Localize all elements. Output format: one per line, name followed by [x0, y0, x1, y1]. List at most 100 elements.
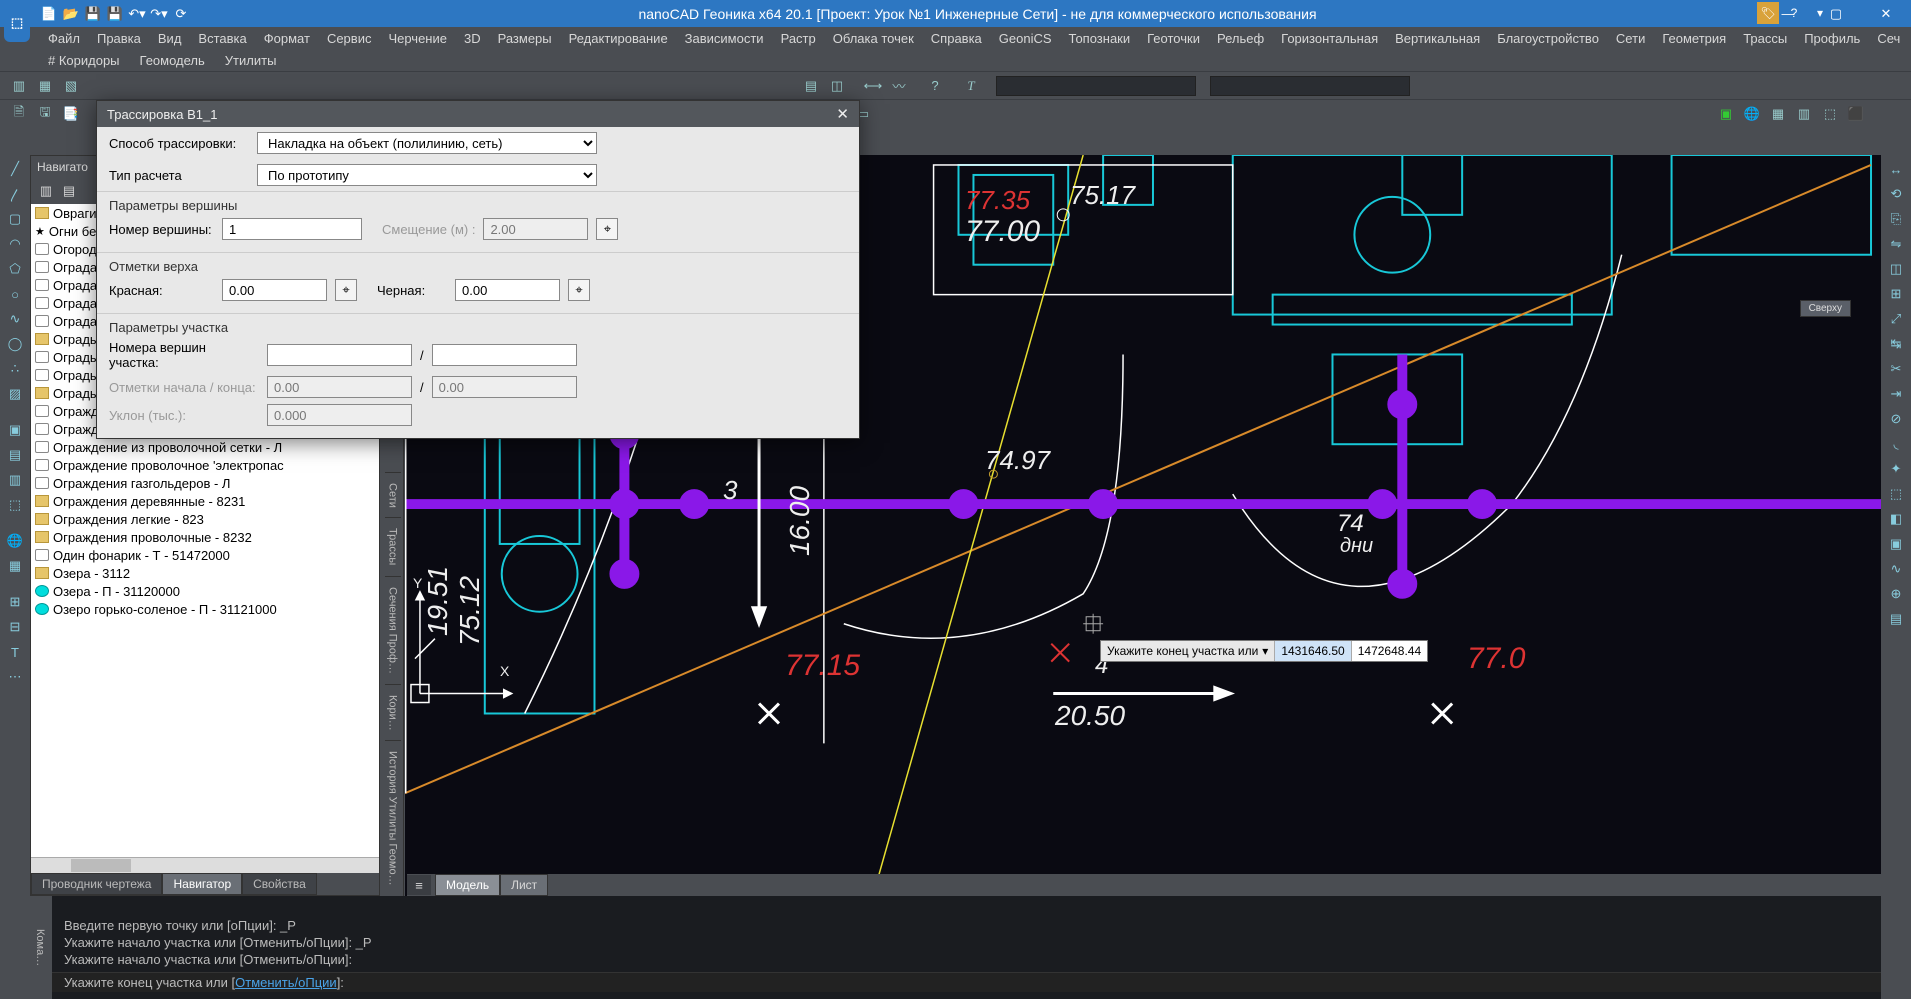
nav-tool-icon[interactable]: ▥ [36, 181, 56, 201]
hatch-tool-icon[interactable]: ▨ [4, 383, 26, 405]
tree-item[interactable]: Озера - П - 31120000 [31, 582, 379, 600]
app-logo[interactable]: ⬚ [4, 4, 30, 42]
fillet-tool-icon[interactable]: ◟ [1885, 433, 1907, 455]
layer-ltype-field[interactable] [1210, 76, 1410, 96]
tree-item[interactable]: Один фонарик - Т - 51472000 [31, 546, 379, 564]
menu-item[interactable]: Правка [91, 29, 147, 48]
menu-item[interactable]: Горизонтальная [1275, 29, 1384, 48]
menu-item[interactable]: Зависимости [679, 29, 770, 48]
menu-item[interactable]: Благоустройство [1491, 29, 1605, 48]
open-icon[interactable]: 📂 [62, 5, 80, 23]
menu-item[interactable]: Сервис [321, 29, 378, 48]
tool-icon[interactable]: ⬚ [1885, 483, 1907, 505]
circle-tool-icon[interactable]: ○ [4, 283, 26, 305]
polyline-tool-icon[interactable]: 〳 [4, 183, 26, 205]
break-tool-icon[interactable]: ⊘ [1885, 408, 1907, 430]
tool-icon[interactable]: ◧ [1885, 508, 1907, 530]
refresh-icon[interactable]: ⟳ [172, 5, 190, 23]
tool-icon[interactable]: ⬚ [1819, 103, 1841, 125]
pick-point-icon[interactable]: ⌖ [335, 279, 357, 301]
tool-icon[interactable]: ◫ [826, 75, 848, 97]
arc-tool-icon[interactable]: ◠ [4, 233, 26, 255]
menu-item[interactable]: Редактирование [563, 29, 674, 48]
menu-item[interactable]: Сеч [1871, 29, 1906, 48]
tool-icon[interactable]: 🌐 [1741, 103, 1763, 125]
menu-item[interactable]: 3D [458, 29, 487, 48]
menu-item[interactable]: Формат [258, 29, 316, 48]
menu-item[interactable]: Черчение [382, 29, 453, 48]
tool-icon[interactable]: ▤ [4, 444, 26, 466]
menu-item[interactable]: Утилиты [219, 51, 283, 70]
tab-sheet[interactable]: Лист [500, 874, 548, 896]
scale-tool-icon[interactable]: ⤢ [1885, 308, 1907, 330]
command-option-link[interactable]: Отменить/оПции [235, 975, 337, 990]
tool-icon[interactable]: ▦ [1767, 103, 1789, 125]
side-tab[interactable]: Трассы [385, 517, 401, 575]
tool-icon[interactable]: 🖫 [34, 103, 56, 125]
point-tool-icon[interactable]: ∴ [4, 358, 26, 380]
menu-item[interactable]: Топознаки [1063, 29, 1137, 48]
tool-icon[interactable]: ⬛ [1845, 103, 1867, 125]
tool-icon[interactable]: ⋯ [4, 666, 26, 688]
tool-icon[interactable]: ⊟ [4, 616, 26, 638]
tool-icon[interactable]: 🗎 [8, 103, 30, 125]
text-tool-icon[interactable]: T [960, 75, 982, 97]
tree-item[interactable]: Озера - 3112 [31, 564, 379, 582]
tool-icon[interactable]: ▣ [4, 419, 26, 441]
badge-icon[interactable]: 🏷 [1757, 2, 1779, 24]
tool-icon[interactable]: ▦ [4, 555, 26, 577]
new-icon[interactable]: 📄 [40, 5, 58, 23]
tool-icon[interactable]: ▣ [1885, 533, 1907, 555]
menu-item[interactable]: Сети [1610, 29, 1651, 48]
pick-point-icon[interactable]: ⌖ [596, 218, 618, 240]
tool-icon[interactable]: ▣ [1715, 103, 1737, 125]
calc-select[interactable]: По прототипу [257, 164, 597, 186]
tab-navigator[interactable]: Навигатор [162, 873, 242, 895]
tool-icon[interactable]: ▤ [1885, 608, 1907, 630]
tool-icon[interactable]: ⊞ [4, 591, 26, 613]
help-icon[interactable]: ? [1783, 2, 1805, 24]
saveall-icon[interactable]: 💾 [106, 5, 124, 23]
tree-item[interactable]: Ограждения проволочные - 8232 [31, 528, 379, 546]
side-tab[interactable]: Кори… [385, 684, 401, 741]
ellipse-tool-icon[interactable]: ◯ [4, 333, 26, 355]
menu-item[interactable]: Размеры [492, 29, 558, 48]
move-tool-icon[interactable]: ↔ [1885, 158, 1907, 180]
side-tab[interactable]: Сечения Проф… [385, 576, 401, 684]
view-label[interactable]: Сверху [1800, 300, 1851, 317]
menu-item[interactable]: # Коридоры [42, 51, 126, 70]
mirror-tool-icon[interactable]: ⇋ [1885, 233, 1907, 255]
help-dd-icon[interactable]: ▾ [1809, 2, 1831, 24]
pick-point-icon[interactable]: ⌖ [568, 279, 590, 301]
menu-item[interactable]: Геоточки [1141, 29, 1206, 48]
stretch-tool-icon[interactable]: ↹ [1885, 333, 1907, 355]
tree-item[interactable]: Ограждения легкие - 823 [31, 510, 379, 528]
tree-item[interactable]: Ограждения деревянные - 8231 [31, 492, 379, 510]
offset-tool-icon[interactable]: ◫ [1885, 258, 1907, 280]
red-elev-input[interactable] [222, 279, 327, 301]
array-tool-icon[interactable]: ⊞ [1885, 283, 1907, 305]
coord-y[interactable]: 1472648.44 [1352, 641, 1427, 661]
dialog-title-bar[interactable]: Трассировка В1_1 ✕ [97, 101, 859, 127]
extend-tool-icon[interactable]: ⇥ [1885, 383, 1907, 405]
close-button[interactable]: ✕ [1861, 0, 1911, 27]
menu-item[interactable]: Справка [925, 29, 988, 48]
menu-item[interactable]: Вставка [192, 29, 252, 48]
tool-icon[interactable]: ▤ [800, 75, 822, 97]
spline-tool-icon[interactable]: ∿ [4, 308, 26, 330]
polygon-tool-icon[interactable]: ⬠ [4, 258, 26, 280]
explode-tool-icon[interactable]: ✦ [1885, 458, 1907, 480]
close-icon[interactable]: ✕ [836, 105, 849, 123]
menu-item[interactable]: Вид [152, 29, 188, 48]
tool-icon[interactable]: ▧ [60, 75, 82, 97]
rotate-tool-icon[interactable]: ⟲ [1885, 183, 1907, 205]
side-tab[interactable]: История Утилиты Геомо… [385, 740, 401, 896]
rect-tool-icon[interactable]: ▢ [4, 208, 26, 230]
copy-tool-icon[interactable]: ⎘ [1885, 208, 1907, 230]
tree-item[interactable]: Ограждение из проволочной сетки - Л [31, 438, 379, 456]
horizontal-scrollbar[interactable] [31, 857, 379, 873]
vertex-num-input[interactable] [222, 218, 362, 240]
tool-icon[interactable]: ▥ [1793, 103, 1815, 125]
menu-item[interactable]: Рельеф [1211, 29, 1270, 48]
nav-tool-icon[interactable]: ▤ [59, 181, 79, 201]
